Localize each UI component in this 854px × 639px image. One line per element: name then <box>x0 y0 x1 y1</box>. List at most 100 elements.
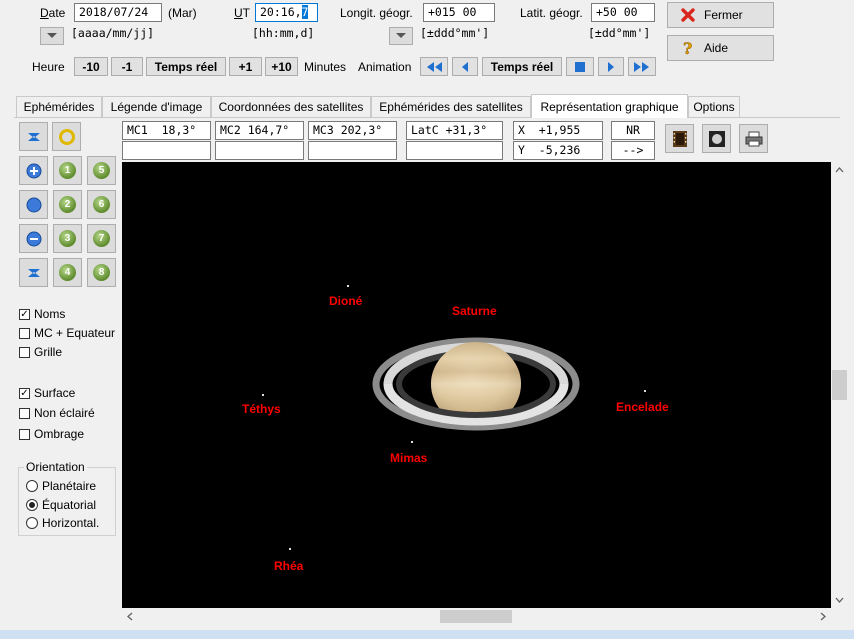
hour-minus1-button[interactable]: -1 <box>111 57 143 76</box>
satellite-1-button[interactable]: 1 <box>53 156 82 185</box>
latitude-input[interactable]: +50 00 <box>591 3 655 22</box>
tab-ephemerides-satellites[interactable]: Ephémérides des satellites <box>371 96 531 117</box>
y-readout: Y -5,236 <box>513 141 603 160</box>
chevron-down-icon <box>47 33 57 38</box>
ombrage-checkbox[interactable] <box>19 429 30 440</box>
hour-minus10-button[interactable]: -10 <box>74 57 108 76</box>
realtime-button[interactable]: Temps réel <box>146 57 226 76</box>
fast-forward-icon <box>634 61 649 72</box>
satellite-7-button[interactable]: 7 <box>87 224 116 253</box>
stop-icon <box>575 61 585 72</box>
scroll-right-icon[interactable] <box>814 608 831 625</box>
zoom-in-button[interactable] <box>19 156 48 185</box>
satellite-8-icon: 8 <box>93 264 110 281</box>
vertical-scroll-thumb[interactable] <box>832 370 847 400</box>
close-button[interactable]: Fermer <box>667 2 774 28</box>
tab-ephemerides[interactable]: Ephémérides <box>16 96 102 117</box>
sky-view[interactable]: Dioné Saturne Téthys Encelade Mimas Rhéa <box>122 162 831 608</box>
anim-fast-forward-button[interactable] <box>628 57 656 76</box>
anim-step-forward-button[interactable] <box>598 57 624 76</box>
scroll-down-icon[interactable] <box>831 591 848 608</box>
planetaire-radio[interactable] <box>26 480 38 492</box>
horizontal-scroll-thumb[interactable] <box>440 610 512 623</box>
date-label: Date <box>40 6 66 20</box>
scroll-up-icon[interactable] <box>831 162 848 179</box>
non-eclaire-checkbox[interactable] <box>19 408 30 419</box>
ut-input[interactable]: 20:16,7 <box>255 3 318 22</box>
horizontal-label: Horizontal. <box>42 516 100 530</box>
film-button[interactable] <box>665 124 694 153</box>
mc3-readout: MC3 202,3° <box>308 121 397 140</box>
ut-label: UT <box>234 6 251 20</box>
tab-representation-graphique[interactable]: Représentation graphique <box>531 94 688 118</box>
surface-checkbox[interactable]: ✓ <box>19 388 30 399</box>
longitude-input[interactable]: +015 00 <box>423 3 495 22</box>
grille-checkbox[interactable] <box>19 347 30 358</box>
zoom-reset-button[interactable] <box>19 190 48 219</box>
date-dropdown-button[interactable] <box>40 27 64 45</box>
satellite-3-icon: 3 <box>59 230 76 247</box>
ring-toggle-button[interactable] <box>52 122 81 151</box>
date-input[interactable]: 2018/07/24 <box>74 3 162 22</box>
ombrage-label: Ombrage <box>34 427 85 441</box>
longitude-dropdown-button[interactable] <box>389 27 413 45</box>
arrow-button[interactable]: --> <box>611 141 655 160</box>
zoom-out-button[interactable] <box>19 224 48 253</box>
satellite-6-button[interactable]: 6 <box>87 190 116 219</box>
flip-up-icon <box>27 132 40 141</box>
zoom-out-icon <box>26 231 41 246</box>
satellite-8-button[interactable]: 8 <box>87 258 116 287</box>
tab-options[interactable]: Options <box>688 96 740 117</box>
south-down-button[interactable] <box>19 258 48 287</box>
zoom-reset-icon <box>26 197 41 212</box>
anim-realtime-button[interactable]: Temps réel <box>482 57 562 76</box>
noms-checkbox[interactable]: ✓ <box>19 309 30 320</box>
encelade-label: Encelade <box>616 400 669 414</box>
saturne-label: Saturne <box>452 304 497 318</box>
planet-view-button[interactable] <box>702 124 731 153</box>
satellite-2-icon: 2 <box>59 196 76 213</box>
tethys-marker <box>262 394 264 396</box>
north-up-button[interactable] <box>19 122 48 151</box>
anim-step-back-button[interactable] <box>452 57 478 76</box>
satellite-3-button[interactable]: 3 <box>53 224 82 253</box>
equatorial-radio[interactable] <box>26 499 38 511</box>
mc2-readout: MC2 164,7° <box>215 121 304 140</box>
longitude-label: Longit. géogr. <box>340 6 413 20</box>
vertical-scrollbar[interactable] <box>831 162 848 608</box>
help-label: Aide <box>704 41 729 55</box>
mimas-label: Mimas <box>390 451 428 465</box>
anim-fast-rewind-button[interactable] <box>420 57 448 76</box>
satellite-4-icon: 4 <box>59 264 76 281</box>
horizontal-radio[interactable] <box>26 517 38 529</box>
tab-strip-border <box>14 117 840 118</box>
tab-legende-image[interactable]: Légende d'image <box>102 96 211 117</box>
satellite-6-icon: 6 <box>93 196 110 213</box>
satellite-5-button[interactable]: 5 <box>87 156 116 185</box>
satellite-4-button[interactable]: 4 <box>53 258 82 287</box>
satellite-7-icon: 7 <box>93 230 110 247</box>
window-bottom-edge <box>0 630 854 639</box>
minute-plus10-button[interactable]: +10 <box>265 57 298 76</box>
anim-stop-button[interactable] <box>566 57 594 76</box>
minute-plus1-button[interactable]: +1 <box>229 57 262 76</box>
print-button[interactable] <box>739 124 768 153</box>
non-eclaire-label: Non éclairé <box>34 406 95 420</box>
mimas-marker <box>411 441 413 443</box>
satellite-1-icon: 1 <box>59 162 76 179</box>
planet-image-icon <box>708 130 725 147</box>
tethys-label: Téthys <box>242 402 281 416</box>
step-forward-icon <box>608 61 614 72</box>
date-day: (Mar) <box>168 6 197 20</box>
svg-text:?: ? <box>683 39 692 57</box>
satellite-2-button[interactable]: 2 <box>53 190 82 219</box>
date-format-hint: [aaaa/mm/jj] <box>71 26 155 40</box>
help-button[interactable]: ? Aide <box>667 35 774 61</box>
film-icon <box>672 130 687 147</box>
satellite-5-icon: 5 <box>93 162 110 179</box>
mc-equateur-checkbox[interactable] <box>19 328 30 339</box>
grille-label: Grille <box>34 345 63 359</box>
horizontal-scrollbar[interactable] <box>122 608 831 625</box>
scroll-left-icon[interactable] <box>122 608 139 625</box>
tab-coordonnees-satellites[interactable]: Coordonnées des satellites <box>211 96 371 117</box>
